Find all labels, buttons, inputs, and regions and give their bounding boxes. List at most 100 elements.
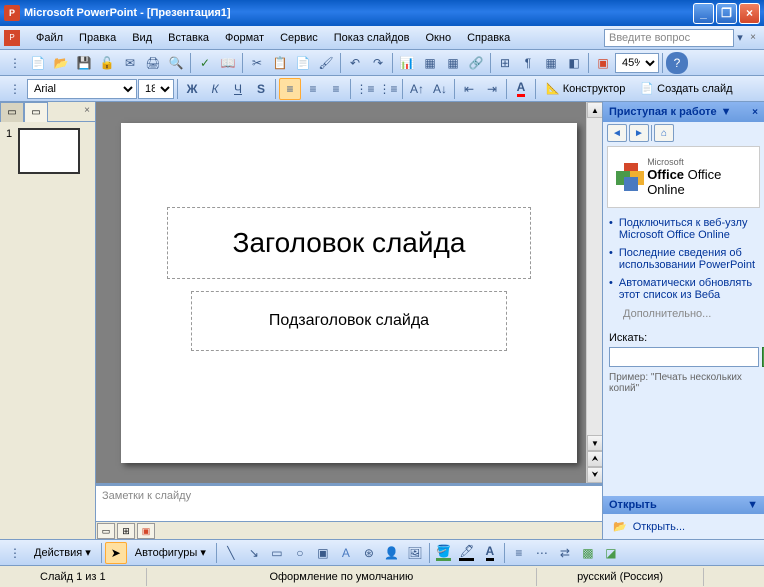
grid-button[interactable]: ▦ bbox=[540, 52, 562, 74]
menu-insert[interactable]: Вставка bbox=[160, 29, 217, 47]
oval-tool[interactable]: ○ bbox=[289, 542, 311, 564]
notes-pane[interactable]: Заметки к слайду bbox=[96, 483, 602, 521]
show-formatting-button[interactable]: ¶ bbox=[517, 52, 539, 74]
line-style-button[interactable]: ≡ bbox=[508, 542, 530, 564]
fill-color-button[interactable]: 🪣 bbox=[433, 542, 455, 564]
copy-button[interactable]: 📋 bbox=[269, 52, 291, 74]
slideshow-button[interactable]: ▣ bbox=[592, 52, 614, 74]
outline-tab[interactable]: ▭ bbox=[0, 102, 24, 122]
slide[interactable]: Заголовок слайда Подзаголовок слайда bbox=[121, 123, 577, 463]
align-left-button[interactable]: ≡ bbox=[279, 78, 301, 100]
underline-button[interactable]: Ч bbox=[227, 78, 249, 100]
arrow-style-button[interactable]: ⇄ bbox=[554, 542, 576, 564]
menu-service[interactable]: Сервис bbox=[272, 29, 326, 47]
scroll-down-button[interactable]: ▼ bbox=[587, 435, 602, 451]
new-button[interactable]: 📄 bbox=[27, 52, 49, 74]
table-button[interactable]: ▦ bbox=[419, 52, 441, 74]
title-placeholder[interactable]: Заголовок слайда bbox=[167, 207, 531, 279]
next-slide-button[interactable]: ⮟ bbox=[587, 467, 602, 483]
help-dropdown[interactable]: ▾ bbox=[734, 31, 746, 44]
open-section-header[interactable]: Открыть▼ bbox=[603, 496, 764, 514]
slideshow-view-button[interactable]: ▣ bbox=[137, 523, 155, 539]
grip-icon[interactable]: ⋮ bbox=[4, 52, 26, 74]
autoshapes-menu[interactable]: Автофигуры▾ bbox=[128, 542, 213, 564]
vertical-scrollbar[interactable]: ▲ ▼ ⮝ ⮟ bbox=[586, 102, 602, 483]
chart-button[interactable]: 📊 bbox=[396, 52, 418, 74]
new-slide-button[interactable]: 📄 Создать слайд bbox=[633, 78, 739, 100]
nav-fwd-button[interactable]: ► bbox=[629, 124, 649, 142]
status-language[interactable]: русский (Россия) bbox=[537, 568, 704, 586]
close-panel-button[interactable]: × bbox=[79, 102, 95, 118]
hyperlink-button[interactable]: 🔗 bbox=[465, 52, 487, 74]
scroll-up-button[interactable]: ▲ bbox=[587, 102, 602, 118]
color-grayscale-button[interactable]: ◧ bbox=[563, 52, 585, 74]
picture-tool[interactable]: 🖼 bbox=[404, 542, 426, 564]
open-item[interactable]: 📂Открыть... bbox=[603, 514, 764, 539]
search-input[interactable] bbox=[609, 347, 759, 367]
align-center-button[interactable]: ≡ bbox=[302, 78, 324, 100]
menu-format[interactable]: Формат bbox=[217, 29, 272, 47]
bold-button[interactable]: Ж bbox=[181, 78, 203, 100]
menu-help[interactable]: Справка bbox=[459, 29, 518, 47]
line-tool[interactable]: ╲ bbox=[220, 542, 242, 564]
undo-button[interactable]: ↶ bbox=[344, 52, 366, 74]
help-search[interactable] bbox=[604, 29, 734, 47]
textbox-tool[interactable]: ▣ bbox=[312, 542, 334, 564]
redo-button[interactable]: ↷ bbox=[367, 52, 389, 74]
menu-show[interactable]: Показ слайдов bbox=[326, 29, 418, 47]
nav-home-button[interactable]: ⌂ bbox=[654, 124, 674, 142]
minimize-button[interactable]: _ bbox=[693, 3, 714, 24]
align-right-button[interactable]: ≡ bbox=[325, 78, 347, 100]
slides-tab[interactable]: ▭ bbox=[24, 102, 48, 122]
sorter-view-button[interactable]: ⊞ bbox=[117, 523, 135, 539]
arrow-tool[interactable]: ↘ bbox=[243, 542, 265, 564]
increase-font-button[interactable]: A↑ bbox=[406, 78, 428, 100]
rectangle-tool[interactable]: ▭ bbox=[266, 542, 288, 564]
close-button[interactable]: × bbox=[739, 3, 760, 24]
slide-thumbnail[interactable] bbox=[18, 128, 80, 174]
actions-menu[interactable]: Действия▾ bbox=[27, 542, 98, 564]
menu-edit[interactable]: Правка bbox=[71, 29, 124, 47]
link-autoupdate[interactable]: •Автоматически обновлять этот список из … bbox=[609, 274, 758, 304]
decrease-font-button[interactable]: A↓ bbox=[429, 78, 451, 100]
link-news[interactable]: •Последние сведения об использовании Pow… bbox=[609, 244, 758, 274]
menu-view[interactable]: Вид bbox=[124, 29, 160, 47]
menubar-close[interactable]: × bbox=[746, 31, 760, 45]
expand-button[interactable]: ⊞ bbox=[494, 52, 516, 74]
font-color-button[interactable]: A bbox=[510, 78, 532, 100]
normal-view-button[interactable]: ▭ bbox=[97, 523, 115, 539]
designer-button[interactable]: 📐 Конструктор bbox=[539, 78, 632, 100]
link-connect[interactable]: •Подключиться к веб-узлу Microsoft Offic… bbox=[609, 214, 758, 244]
select-tool[interactable]: ➤ bbox=[105, 542, 127, 564]
bullets-button[interactable]: ⋮≡ bbox=[377, 78, 399, 100]
open-button[interactable]: 📂 bbox=[50, 52, 72, 74]
link-additional[interactable]: Дополнительно... bbox=[609, 304, 758, 324]
task-pane-header[interactable]: Приступая к работе ▼ × bbox=[603, 102, 764, 122]
save-button[interactable]: 💾 bbox=[73, 52, 95, 74]
tables-borders-button[interactable]: ▦ bbox=[442, 52, 464, 74]
paste-button[interactable]: 📄 bbox=[292, 52, 314, 74]
dash-style-button[interactable]: ⋯ bbox=[531, 542, 553, 564]
spellcheck-button[interactable]: ✓ bbox=[194, 52, 216, 74]
task-close-button[interactable]: × bbox=[752, 107, 758, 118]
font-combo[interactable]: Arial bbox=[27, 79, 137, 99]
menu-window[interactable]: Окно bbox=[418, 29, 460, 47]
line-color-button[interactable]: 🖊 bbox=[456, 542, 478, 564]
preview-button[interactable]: 🔍 bbox=[165, 52, 187, 74]
subtitle-placeholder[interactable]: Подзаголовок слайда bbox=[191, 291, 507, 351]
prev-slide-button[interactable]: ⮝ bbox=[587, 451, 602, 467]
italic-button[interactable]: К bbox=[204, 78, 226, 100]
permission-button[interactable]: 🔓 bbox=[96, 52, 118, 74]
numbering-button[interactable]: ⋮≡ bbox=[354, 78, 376, 100]
diagram-tool[interactable]: ⊛ bbox=[358, 542, 380, 564]
3d-style-button[interactable]: ◪ bbox=[600, 542, 622, 564]
maximize-button[interactable]: ❐ bbox=[716, 3, 737, 24]
zoom-combo[interactable]: 45% bbox=[615, 53, 659, 73]
grip-icon[interactable]: ⋮ bbox=[4, 78, 26, 100]
shadow-button[interactable]: S bbox=[250, 78, 272, 100]
cut-button[interactable]: ✂ bbox=[246, 52, 268, 74]
increase-indent-button[interactable]: ⇥ bbox=[481, 78, 503, 100]
size-combo[interactable]: 18 bbox=[138, 79, 174, 99]
grip-icon[interactable]: ⋮ bbox=[4, 542, 26, 564]
help-button[interactable]: ? bbox=[666, 52, 688, 74]
